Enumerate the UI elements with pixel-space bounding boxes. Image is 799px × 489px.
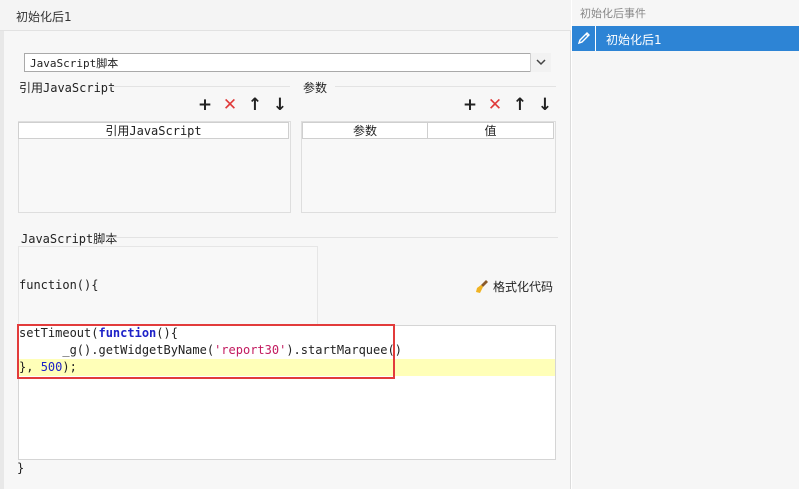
ref-js-add-button[interactable]: +	[196, 97, 214, 114]
js-script-section-label: JavaScript脚本	[21, 232, 118, 246]
params-divider	[335, 86, 556, 87]
highlight-box	[17, 324, 395, 379]
ref-js-column-header[interactable]: 引用JavaScript	[18, 122, 289, 139]
params-delete-button[interactable]: ✕	[486, 97, 504, 114]
events-panel-title: 初始化后事件	[580, 7, 646, 20]
ref-js-move-down-button[interactable]: ↓	[271, 97, 289, 114]
params-section-label: 参数	[303, 81, 328, 95]
function-head-text: function(){	[19, 278, 99, 292]
params-add-button[interactable]: +	[461, 97, 479, 114]
format-code-label: 格式化代码	[493, 280, 554, 294]
ref-js-delete-button[interactable]: ✕	[221, 97, 239, 114]
js-script-divider	[106, 237, 558, 238]
left-edge-strip	[0, 31, 4, 489]
chevron-down-icon[interactable]	[530, 53, 551, 72]
ref-js-section-label: 引用JavaScript	[19, 81, 116, 95]
params-move-down-button[interactable]: ↓	[536, 97, 554, 114]
broom-icon	[475, 279, 490, 297]
ref-js-move-up-button[interactable]: ↑	[246, 97, 264, 114]
params-column-name[interactable]: 参数	[302, 122, 428, 139]
dialog-title: 初始化后1	[0, 0, 571, 31]
event-list-item-label: 初始化后1	[606, 33, 662, 47]
function-tail-text: }	[17, 461, 25, 475]
format-code-button[interactable]: 格式化代码	[475, 278, 553, 297]
events-panel	[572, 0, 799, 489]
script-type-select[interactable]: JavaScript脚本	[24, 53, 551, 72]
ref-js-divider	[110, 86, 290, 87]
params-move-up-button[interactable]: ↑	[511, 97, 529, 114]
pencil-icon[interactable]	[572, 26, 596, 51]
params-column-value[interactable]: 值	[427, 122, 554, 139]
